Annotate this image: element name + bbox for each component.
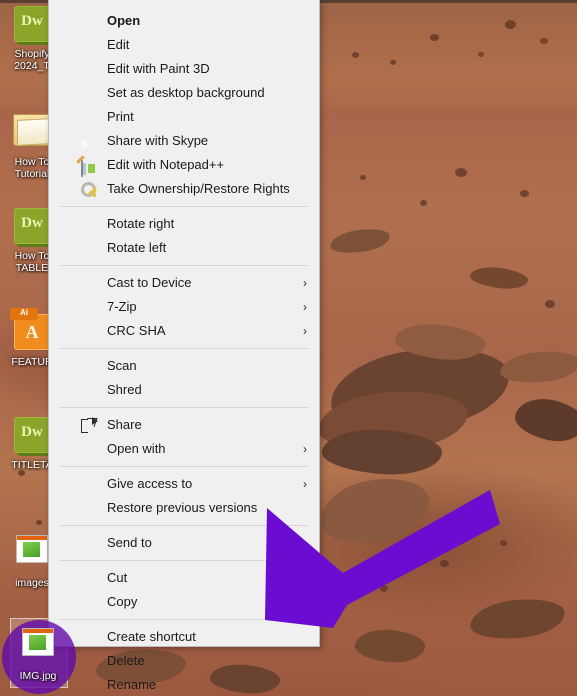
menu-item-label: Print [107, 109, 134, 124]
menu-item-create-shortcut[interactable]: Create shortcut [49, 625, 319, 649]
menu-item-share-with-skype[interactable]: Share with Skype [49, 129, 319, 153]
context-menu[interactable]: Open Edit Edit with Paint 3D Set as desk… [48, 0, 320, 692]
menu-item-label: Share [107, 417, 142, 432]
dreamweaver-icon [12, 208, 52, 248]
menu-item-send-to[interactable]: Send to › [49, 531, 319, 555]
menu-item-set-as-desktop-background[interactable]: Set as desktop background [49, 81, 319, 105]
chevron-right-icon: › [303, 477, 307, 491]
menu-item-label: Shred [107, 382, 142, 397]
wallpaper-pebble [360, 175, 366, 180]
menu-item-open[interactable]: Open [49, 9, 319, 33]
wallpaper-pebble [545, 300, 555, 308]
skype-icon [81, 133, 98, 150]
menu-item-delete[interactable]: Delete [49, 649, 319, 673]
chevron-right-icon: › [303, 536, 307, 550]
menu-item-label: Take Ownership/Restore Rights [107, 181, 290, 196]
menu-item-label: Rotate left [107, 240, 167, 255]
wallpaper-pebble [36, 520, 42, 525]
illustrator-icon [10, 308, 52, 354]
menu-item-label: Set as desktop background [107, 85, 265, 100]
menu-item-label: Rotate right [107, 216, 175, 231]
notepadpp-icon [76, 155, 98, 177]
menu-separator [60, 407, 308, 408]
menu-separator [60, 619, 308, 620]
menu-item-label: Rename [107, 677, 157, 692]
menu-item-cast-to-device[interactable]: Cast to Device › [49, 271, 319, 295]
shield-icon [81, 358, 98, 375]
wallpaper-pebble [478, 52, 484, 57]
menu-item-copy[interactable]: Copy [49, 590, 319, 614]
image-file-icon [12, 535, 52, 575]
wallpaper-pebble [380, 585, 388, 592]
menu-item-print[interactable]: Print [49, 105, 319, 129]
menu-separator [60, 525, 308, 526]
menu-item-label: Scan [107, 358, 137, 373]
menu-item-7-zip[interactable]: 7-Zip › [49, 295, 319, 319]
menu-item-label: Copy [107, 594, 138, 609]
wallpaper-pebble [390, 60, 396, 65]
menu-item-rename[interactable]: Rename [49, 673, 319, 696]
wallpaper-pebble [520, 190, 529, 197]
shield-icon [81, 382, 98, 399]
menu-item-take-ownership-restore-rights[interactable]: Take Ownership/Restore Rights [49, 177, 319, 201]
wallpaper-pebble [352, 52, 359, 58]
menu-item-label: Open with [107, 441, 166, 456]
share-icon [81, 417, 98, 434]
screen: Shopify 2024_T How To Tutorial How To TA… [0, 0, 577, 696]
menu-item-label: Restore previous versions [107, 500, 258, 515]
wallpaper-pebble [540, 38, 548, 44]
menu-item-scan[interactable]: Scan [49, 354, 319, 378]
menu-separator [60, 265, 308, 266]
menu-item-cut[interactable]: Cut [49, 566, 319, 590]
menu-item-edit[interactable]: Edit [49, 33, 319, 57]
menu-separator [60, 348, 308, 349]
menu-item-give-access-to[interactable]: Give access to › [49, 472, 319, 496]
menu-item-label: Cast to Device [107, 275, 192, 290]
menu-separator [60, 466, 308, 467]
menu-item-label: Cut [107, 570, 128, 585]
wallpaper-pebble [500, 540, 507, 546]
dreamweaver-icon [12, 417, 52, 457]
key-icon [81, 181, 98, 198]
menu-item-label: Edit [107, 37, 130, 52]
menu-item-edit-with-paint-3d[interactable]: Edit with Paint 3D [49, 57, 319, 81]
chevron-right-icon: › [303, 324, 307, 338]
desktop-icon-label: IMG.jpg [19, 670, 57, 682]
menu-item-label: Edit with Paint 3D [107, 61, 210, 76]
wallpaper-pebble [505, 20, 516, 29]
menu-item-rotate-left[interactable]: Rotate left [49, 236, 319, 260]
wallpaper-pebble [455, 168, 467, 177]
chevron-right-icon: › [303, 300, 307, 314]
menu-item-label: Give access to [107, 476, 193, 491]
wallpaper-pebble [440, 560, 449, 567]
menu-item-edit-with-notepadpp[interactable]: Edit with Notepad++ [49, 153, 319, 177]
menu-item-rotate-right[interactable]: Rotate right [49, 212, 319, 236]
dreamweaver-icon [12, 6, 52, 46]
menu-item-shred[interactable]: Shred [49, 378, 319, 402]
menu-item-label: Edit with Notepad++ [107, 157, 225, 172]
menu-item-label: CRC SHA [107, 323, 166, 338]
menu-separator [60, 206, 308, 207]
menu-item-crc-sha[interactable]: CRC SHA › [49, 319, 319, 343]
image-file-icon [18, 628, 58, 668]
menu-item-label: Share with Skype [107, 133, 209, 148]
menu-item-label: 7-Zip [107, 299, 137, 314]
folder-icon [12, 114, 53, 154]
menu-item-open-with[interactable]: Open with › [49, 437, 319, 461]
chevron-right-icon: › [303, 276, 307, 290]
menu-item-share[interactable]: Share [49, 413, 319, 437]
menu-separator [60, 560, 308, 561]
wallpaper-pebble [430, 34, 439, 41]
chevron-right-icon: › [303, 442, 307, 456]
menu-item-label: Open [107, 13, 141, 28]
menu-item-restore-previous-versions[interactable]: Restore previous versions [49, 496, 319, 520]
menu-item-label: Create shortcut [107, 629, 196, 644]
menu-item-label: Delete [107, 653, 145, 668]
wallpaper-pebble [420, 200, 427, 206]
menu-item-label: Send to [107, 535, 152, 550]
